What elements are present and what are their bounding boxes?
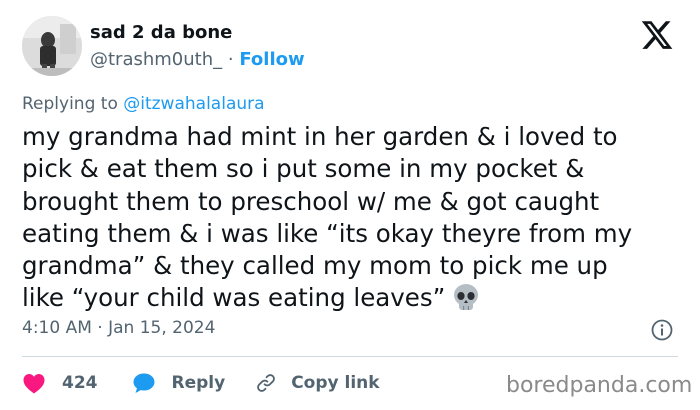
tweet-text: my grandma had mint in her garden & i lo… — [22, 121, 682, 321]
watermark: boredpanda.com — [506, 373, 693, 398]
info-icon[interactable] — [650, 318, 674, 342]
reply-label: Reply — [171, 373, 226, 393]
tweet-line: eating them & i was like “its okay theyr… — [22, 218, 633, 248]
tweet-line-last: like “your child was eating leaves” — [22, 282, 682, 320]
follow-button[interactable]: Follow — [239, 49, 304, 70]
author-display-name[interactable]: sad 2 da bone — [90, 22, 232, 43]
speech-bubble-icon — [133, 373, 154, 393]
tweet-line: like “your child was eating leaves” — [22, 283, 446, 313]
tweet-line: grandma” & they called my mom to pick me… — [22, 251, 608, 281]
reply-button[interactable]: Reply — [132, 372, 226, 394]
copy-link-button[interactable]: Copy link — [255, 372, 380, 394]
action-bar: 424 Reply Copy link — [22, 370, 380, 396]
divider — [22, 356, 678, 357]
x-logo-icon[interactable] — [640, 18, 674, 52]
tweet-date: Jan 15, 2024 — [108, 318, 216, 338]
handle-separator: · — [227, 49, 234, 70]
author-handle-row: @trashm0uth_ · Follow — [90, 49, 305, 70]
replying-to-prefix: Replying to — [22, 94, 118, 114]
copy-link-label: Copy link — [291, 373, 380, 393]
replying-to: Replying to @itzwahalalaura — [22, 94, 265, 114]
meta-separator: · — [97, 318, 103, 338]
avatar[interactable] — [22, 16, 82, 76]
tweet-time: 4:10 AM — [22, 318, 92, 338]
reply-target-link[interactable]: @itzwahalalaura — [123, 94, 264, 114]
like-count: 424 — [62, 373, 98, 393]
heart-icon — [23, 374, 45, 394]
like-button[interactable]: 424 — [22, 372, 98, 394]
tweet-line: brought them to preschool w/ me & got ca… — [22, 186, 600, 216]
link-icon — [257, 374, 276, 392]
skull-emoji-icon — [451, 282, 481, 320]
timestamp[interactable]: 4:10 AM · Jan 15, 2024 — [22, 318, 215, 338]
author-handle[interactable]: @trashm0uth_ — [90, 49, 222, 70]
tweet-line: my grandma had mint in her garden & i lo… — [22, 122, 618, 151]
tweet-line: pick & eat them so i put some in my pock… — [22, 154, 585, 184]
